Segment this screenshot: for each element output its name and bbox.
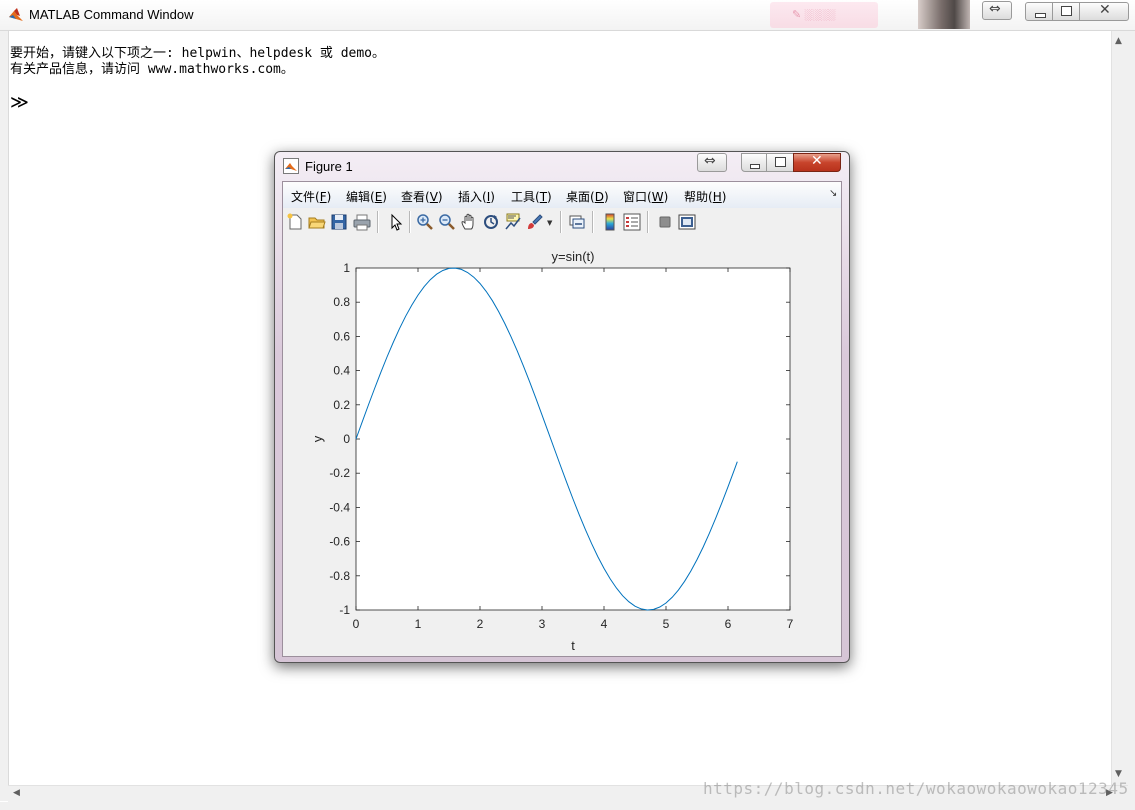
toolbar-separator <box>592 211 594 233</box>
show-plot-tools-icon[interactable] <box>678 213 696 231</box>
menu-help[interactable]: 帮助(H) <box>684 188 726 205</box>
figure-close-button[interactable]: ✕ <box>793 153 841 172</box>
minimize-icon <box>1035 13 1046 18</box>
x-tick-label: 0 <box>353 617 360 631</box>
minimize-icon <box>750 164 760 169</box>
close-icon: ✕ <box>1099 2 1111 18</box>
figure-client-area: 文件(F) 编辑(E) 查看(V) 插入(I) 工具(T) 桌面(D) 窗口(W… <box>282 181 842 657</box>
figure-title: Figure 1 <box>305 159 353 174</box>
x-tick-label: 5 <box>663 617 670 631</box>
colorbar-icon[interactable] <box>601 213 619 231</box>
toolbar-separator <box>560 211 562 233</box>
restore-icon <box>1061 6 1072 16</box>
x-tick-label: 4 <box>601 617 608 631</box>
command-window-titlebar[interactable]: MATLAB Command Window ✎ ░░░░ ⇔ ✕ <box>0 0 1135 31</box>
command-prompt[interactable]: ≫ <box>10 92 29 113</box>
undock-button[interactable]: ⇔ <box>982 1 1012 20</box>
y-tick-label: 1 <box>343 261 350 275</box>
menu-tools[interactable]: 工具(T) <box>511 188 552 205</box>
menu-desktop[interactable]: 桌面(D) <box>566 188 609 205</box>
y-axis-label: y <box>310 435 325 442</box>
toolbar-separator <box>647 211 649 233</box>
x-tick-label: 6 <box>725 617 732 631</box>
figure-minimize-button[interactable] <box>741 153 767 172</box>
blurred-widget: ✎ ░░░░ <box>770 2 878 28</box>
undock-icon: ⇔ <box>989 1 1001 17</box>
plot-canvas[interactable]: 0 1 2 3 4 5 6 7 1 0.8 0.6 0.4 0.2 0 -0.2 -0.4 -0.6 -0.8 -1… <box>283 236 841 656</box>
data-cursor-icon[interactable] <box>504 213 522 231</box>
legend-icon[interactable] <box>623 213 641 231</box>
x-axis-label: t <box>571 638 575 653</box>
blurred-avatar <box>918 0 970 29</box>
pan-icon[interactable] <box>460 213 478 231</box>
y-tick-label: -0.8 <box>329 569 350 583</box>
scroll-up-arrow-icon[interactable]: ▲ <box>1115 36 1122 46</box>
minimize-button[interactable] <box>1025 2 1053 21</box>
figure-menubar: 文件(F) 编辑(E) 查看(V) 插入(I) 工具(T) 桌面(D) 窗口(W… <box>283 182 841 208</box>
output-line-product-info: 有关产品信息，请访问 www.mathworks.com。 <box>10 62 294 77</box>
maximize-icon <box>775 157 786 167</box>
y-tick-label: 0 <box>343 432 350 446</box>
y-tick-label: 0.2 <box>333 398 350 412</box>
hide-plot-tools-icon[interactable] <box>656 213 674 231</box>
menu-overflow-arrow-icon[interactable]: ↘ <box>829 188 837 199</box>
scroll-down-arrow-icon[interactable]: ▼ <box>1115 769 1122 779</box>
x-tick-label: 2 <box>477 617 484 631</box>
figure-window[interactable]: Figure 1 ⇔ ✕ 文件(F) 编辑(E) 查看(V) 插入(I) 工具(… <box>274 151 850 663</box>
brush-icon[interactable] <box>526 213 544 231</box>
y-tick-label: -1 <box>339 603 350 617</box>
save-icon[interactable] <box>330 213 348 231</box>
menu-edit[interactable]: 编辑(E) <box>346 188 387 205</box>
vertical-scrollbar[interactable]: ▲ ▼ <box>1111 31 1129 785</box>
window-controls: ✕ <box>1025 1 1129 21</box>
y-tick-label: 0.8 <box>333 295 350 309</box>
x-tick-label: 7 <box>787 617 794 631</box>
blurred-widget-text: ✎ ░░░░ <box>792 9 836 21</box>
zoom-in-icon[interactable] <box>416 213 434 231</box>
output-line-help: 要开始，请键入以下项之一: helpwin、helpdesk 或 demo。 <box>10 46 386 61</box>
figure-window-controls: ✕ <box>741 152 841 172</box>
menu-file[interactable]: 文件(F) <box>291 188 331 205</box>
plot-area[interactable]: 0 1 2 3 4 5 6 7 1 0.8 0.6 0.4 0.2 0 -0.2 -0.4 -0.6 -0.8 -1… <box>283 236 841 656</box>
figure-toolbar: ▼ <box>283 208 841 237</box>
right-border <box>1128 31 1135 810</box>
close-icon: ✕ <box>811 153 823 169</box>
close-button[interactable]: ✕ <box>1079 2 1129 21</box>
scroll-left-arrow-icon[interactable]: ◀ <box>13 788 20 798</box>
bottom-border <box>0 802 1135 810</box>
undock-icon: ⇔ <box>704 153 716 169</box>
new-figure-icon[interactable] <box>286 213 304 231</box>
print-icon[interactable] <box>353 213 371 231</box>
y-tick-label: -0.6 <box>329 535 350 549</box>
restore-button[interactable] <box>1052 2 1080 21</box>
rotate-3d-icon[interactable] <box>482 213 500 231</box>
toolbar-separator <box>409 211 411 233</box>
chart-title: y=sin(t) <box>552 249 595 264</box>
matlab-logo-icon <box>9 8 23 21</box>
figure-logo-icon <box>283 158 299 174</box>
menu-window[interactable]: 窗口(W) <box>623 188 668 205</box>
figure-maximize-button[interactable] <box>766 153 794 172</box>
toolbar-separator <box>377 211 379 233</box>
pointer-icon[interactable] <box>387 213 405 231</box>
window-title: MATLAB Command Window <box>29 7 194 22</box>
zoom-out-icon[interactable] <box>438 213 456 231</box>
menu-view[interactable]: 查看(V) <box>401 188 443 205</box>
figure-undock-button[interactable]: ⇔ <box>697 153 727 172</box>
link-plot-icon[interactable] <box>568 213 586 231</box>
x-tick-label: 3 <box>539 617 546 631</box>
menu-insert[interactable]: 插入(I) <box>458 188 495 205</box>
brush-dropdown-icon[interactable]: ▼ <box>547 219 552 227</box>
y-tick-label: 0.6 <box>333 329 350 343</box>
watermark: https://blog.csdn.net/wokaowokaowokao123… <box>703 779 1129 798</box>
open-file-icon[interactable] <box>308 213 326 231</box>
x-tick-label: 1 <box>415 617 422 631</box>
axes-background <box>355 267 791 611</box>
command-output[interactable]: 要开始，请键入以下项之一: helpwin、helpdesk 或 demo。 有关… <box>10 46 385 78</box>
y-tick-label: 0.4 <box>333 364 350 378</box>
y-tick-label: -0.2 <box>329 466 350 480</box>
left-border <box>0 31 9 801</box>
y-tick-label: -0.4 <box>329 500 350 514</box>
